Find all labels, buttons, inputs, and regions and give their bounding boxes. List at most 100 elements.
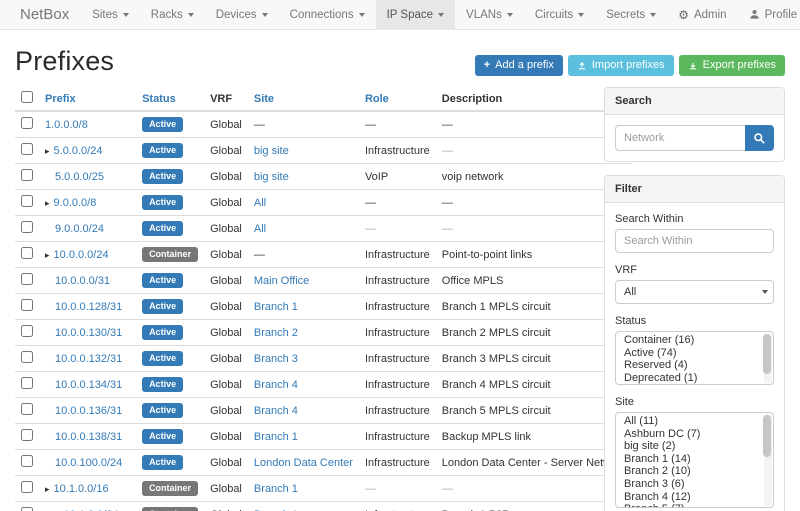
prefix-cell: 5.0.0.0/25 bbox=[39, 164, 136, 190]
filter-option-container[interactable]: Container (16) bbox=[616, 334, 773, 347]
site-link[interactable]: Branch 1 bbox=[254, 483, 298, 495]
nav-item-admin[interactable]: ⚙Admin bbox=[667, 0, 737, 29]
nav-item-label: Sites bbox=[92, 9, 118, 21]
column-sort-link[interactable]: Prefix bbox=[45, 93, 76, 105]
expand-arrow-icon[interactable]: ▸ bbox=[45, 250, 50, 260]
prefix-link[interactable]: 10.0.0.134/31 bbox=[55, 379, 122, 391]
filter-option-deprecated[interactable]: Deprecated (1) bbox=[616, 372, 773, 385]
prefix-link[interactable]: 9.0.0.0/24 bbox=[55, 223, 104, 235]
status-badge: Active bbox=[142, 325, 183, 339]
row-checkbox[interactable] bbox=[21, 507, 33, 511]
nav-item-circuits[interactable]: Circuits bbox=[524, 0, 595, 29]
filter-option-branch-5[interactable]: Branch 5 (7) bbox=[616, 503, 773, 508]
row-checkbox[interactable] bbox=[21, 377, 33, 389]
scrollbar-thumb[interactable] bbox=[763, 415, 771, 457]
search-input[interactable] bbox=[615, 125, 745, 151]
filter-option-branch-1[interactable]: Branch 1 (14) bbox=[616, 453, 773, 466]
site-link[interactable]: Branch 1 bbox=[254, 431, 298, 443]
filter-option-reserved[interactable]: Reserved (4) bbox=[616, 359, 773, 372]
search-button[interactable] bbox=[745, 125, 774, 151]
site-link[interactable]: big site bbox=[254, 145, 289, 157]
expand-arrow-icon[interactable]: ▸ bbox=[45, 484, 50, 494]
row-checkbox[interactable] bbox=[21, 247, 33, 259]
site-link[interactable]: Main Office bbox=[254, 275, 309, 287]
nav-item-sites[interactable]: Sites bbox=[81, 0, 140, 29]
nav-item-devices[interactable]: Devices bbox=[205, 0, 279, 29]
prefix-link[interactable]: 10.0.0.128/31 bbox=[55, 301, 122, 313]
prefix-link[interactable]: 10.0.0.132/31 bbox=[55, 353, 122, 365]
site-link[interactable]: Branch 4 bbox=[254, 379, 298, 391]
column-sort-link[interactable]: Status bbox=[142, 93, 176, 105]
filter-option-branch-3[interactable]: Branch 3 (6) bbox=[616, 478, 773, 491]
prefix-link[interactable]: 5.0.0.0/25 bbox=[55, 171, 104, 183]
row-checkbox[interactable] bbox=[21, 403, 33, 415]
row-checkbox[interactable] bbox=[21, 351, 33, 363]
search-panel: Search bbox=[604, 87, 785, 162]
status-cell: Active bbox=[136, 450, 204, 476]
site-link[interactable]: All bbox=[254, 223, 266, 235]
row-checkbox[interactable] bbox=[21, 221, 33, 233]
prefix-link[interactable]: 9.0.0.0/8 bbox=[54, 197, 97, 209]
status-cell: Active bbox=[136, 424, 204, 450]
add-prefix-button[interactable]: + Add a prefix bbox=[475, 55, 563, 76]
row-checkbox[interactable] bbox=[21, 169, 33, 181]
filter-option-branch-4[interactable]: Branch 4 (12) bbox=[616, 491, 773, 504]
prefix-link[interactable]: 10.0.0.0/24 bbox=[54, 249, 109, 261]
filter-option-active[interactable]: Active (74) bbox=[616, 347, 773, 360]
site-cell: — bbox=[248, 242, 359, 268]
scrollbar-thumb[interactable] bbox=[763, 334, 771, 374]
nav-item-connections[interactable]: Connections bbox=[279, 0, 376, 29]
site-link[interactable]: Branch 2 bbox=[254, 327, 298, 339]
nav-item-profile[interactable]: Profile bbox=[738, 0, 800, 29]
expand-arrow-icon[interactable]: ▸ bbox=[45, 146, 50, 156]
row-checkbox[interactable] bbox=[21, 143, 33, 155]
nav-item-ip-space[interactable]: IP Space bbox=[376, 0, 455, 29]
site-link[interactable]: Branch 1 bbox=[254, 301, 298, 313]
import-prefixes-button[interactable]: Import prefixes bbox=[568, 55, 674, 76]
row-checkbox[interactable] bbox=[21, 117, 33, 129]
site-link[interactable]: big site bbox=[254, 171, 289, 183]
filter-option-all[interactable]: All (11) bbox=[616, 415, 773, 428]
site-link[interactable]: Branch 4 bbox=[254, 405, 298, 417]
column-sort-link[interactable]: Role bbox=[365, 93, 389, 105]
row-checkbox[interactable] bbox=[21, 299, 33, 311]
description-cell: — bbox=[436, 138, 633, 164]
row-checkbox[interactable] bbox=[21, 455, 33, 467]
scrollbar-track[interactable] bbox=[764, 333, 772, 383]
prefix-link[interactable]: 10.0.0.0/31 bbox=[55, 275, 110, 287]
nav-item-racks[interactable]: Racks bbox=[140, 0, 205, 29]
description-cell: — bbox=[436, 476, 633, 502]
row-checkbox[interactable] bbox=[21, 325, 33, 337]
prefix-link[interactable]: 10.0.0.138/31 bbox=[55, 431, 122, 443]
vrf-select[interactable]: All bbox=[615, 280, 774, 304]
prefix-link[interactable]: 10.0.0.136/31 bbox=[55, 405, 122, 417]
nav-item-vlans[interactable]: VLANs bbox=[455, 0, 524, 29]
vrf-cell: Global bbox=[204, 476, 248, 502]
prefix-link[interactable]: 10.0.0.130/31 bbox=[55, 327, 122, 339]
row-checkbox[interactable] bbox=[21, 195, 33, 207]
site-link[interactable]: All bbox=[254, 197, 266, 209]
site-link[interactable]: London Data Center bbox=[254, 457, 353, 469]
prefix-link[interactable]: 10.1.0.0/16 bbox=[54, 483, 109, 495]
nav-item-secrets[interactable]: Secrets bbox=[595, 0, 667, 29]
column-sort-link[interactable]: Site bbox=[254, 93, 274, 105]
site-cell: — bbox=[248, 111, 359, 138]
prefix-link[interactable]: 1.0.0.0/8 bbox=[45, 119, 88, 131]
row-checkbox[interactable] bbox=[21, 273, 33, 285]
expand-arrow-icon[interactable]: ▸ bbox=[45, 198, 50, 208]
select-all-checkbox[interactable] bbox=[21, 91, 33, 103]
prefix-link[interactable]: 5.0.0.0/24 bbox=[54, 145, 103, 157]
site-link[interactable]: Branch 3 bbox=[254, 353, 298, 365]
filter-option-big-site[interactable]: big site (2) bbox=[616, 440, 773, 453]
column-header-status: Status bbox=[136, 87, 204, 111]
row-checkbox[interactable] bbox=[21, 481, 33, 493]
filter-option-branch-2[interactable]: Branch 2 (10) bbox=[616, 465, 773, 478]
prefix-link[interactable]: 10.0.100.0/24 bbox=[55, 457, 122, 469]
scrollbar-track[interactable] bbox=[764, 414, 772, 506]
prefix-cell: ▸ 10.0.0.0/24 bbox=[39, 242, 136, 268]
row-checkbox[interactable] bbox=[21, 429, 33, 441]
search-within-input[interactable] bbox=[615, 229, 774, 253]
brand-link[interactable]: NetBox bbox=[8, 0, 81, 29]
filter-option-ashburn-dc[interactable]: Ashburn DC (7) bbox=[616, 428, 773, 441]
export-prefixes-button[interactable]: Export prefixes bbox=[679, 55, 785, 76]
